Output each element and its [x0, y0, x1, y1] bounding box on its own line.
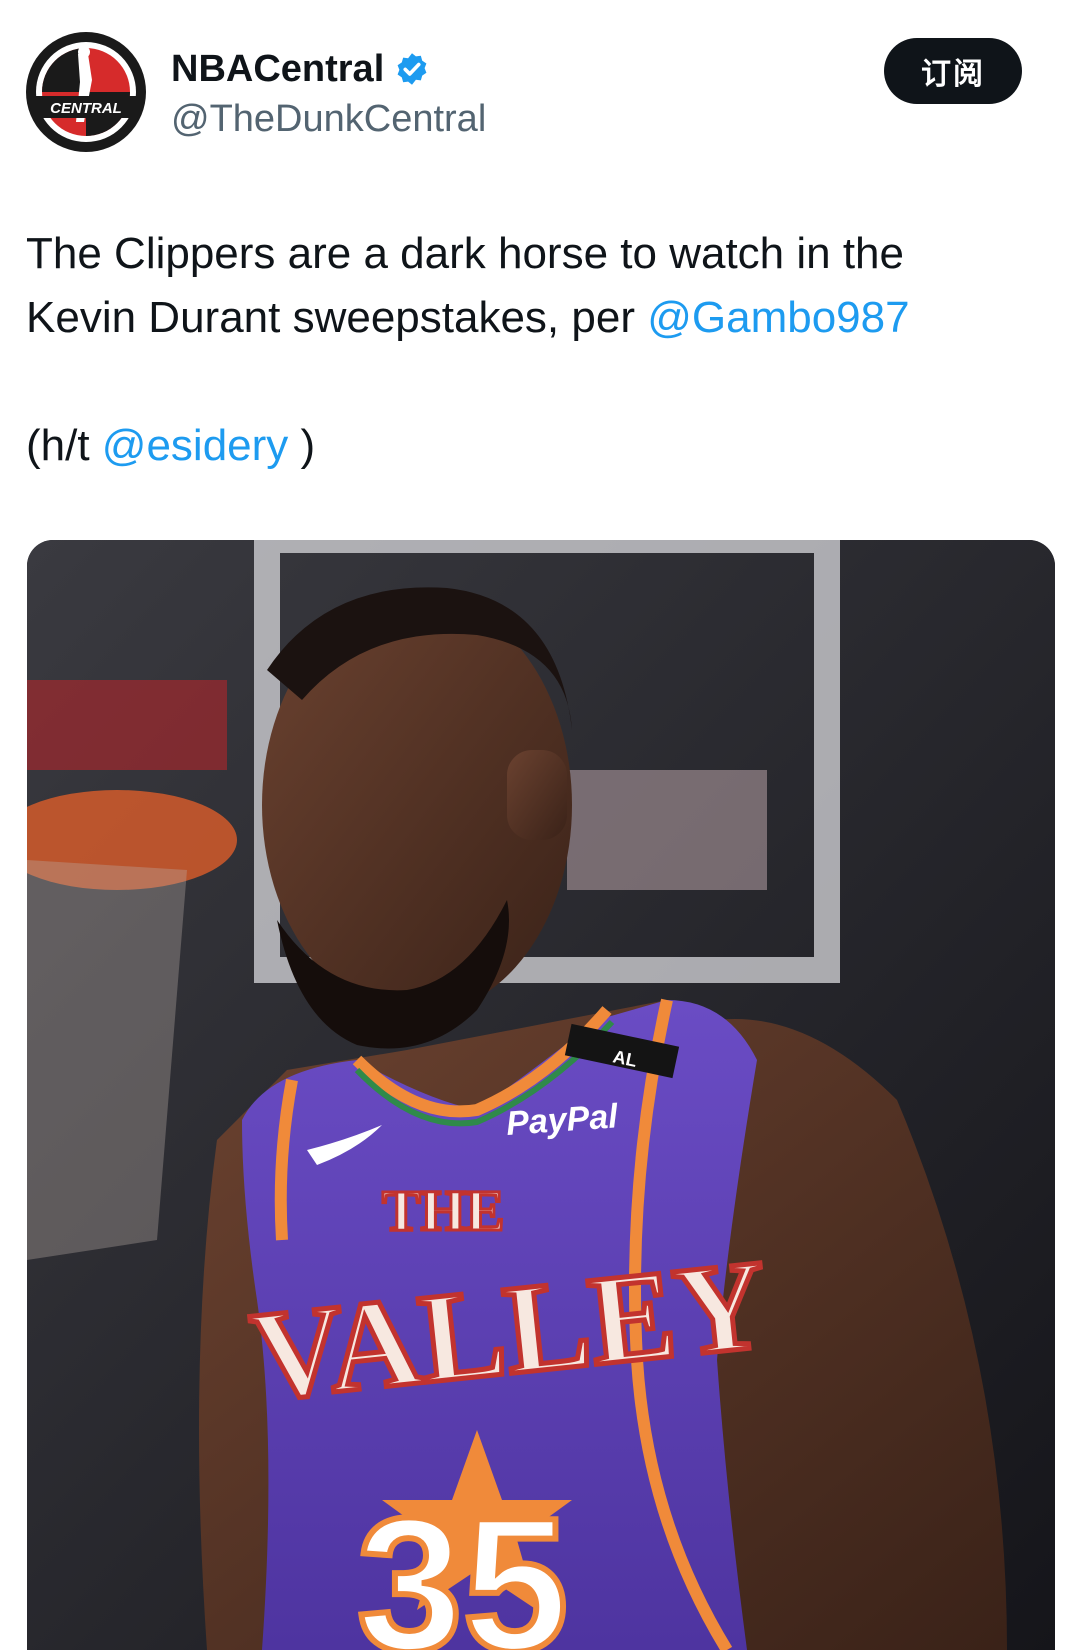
- subscribe-button[interactable]: 订阅: [884, 38, 1022, 104]
- tweet-line-1: The Clippers are a dark horse to watch i…: [26, 229, 905, 278]
- hat-tip-prefix: (h/t: [26, 421, 102, 470]
- jersey-number: 35: [357, 1479, 568, 1650]
- display-name[interactable]: NBACentral: [171, 46, 384, 92]
- tweet-line-2-text: Kevin Durant sweepstakes, per: [26, 293, 648, 342]
- account-names: NBACentral @TheDunkCentral: [171, 46, 486, 142]
- tweet-hat-tip: (h/t @esidery ): [26, 414, 1046, 478]
- verified-badge-icon: [397, 53, 427, 85]
- player-photo-illustration: AL PayPal THE VALLEY 35: [27, 540, 1055, 1650]
- mention-gambo987-link[interactable]: @Gambo987: [647, 293, 909, 342]
- jersey-sponsor: PayPal: [505, 1097, 620, 1143]
- central-logo-icon: CENTRAL: [28, 34, 144, 150]
- jersey-text-top: THE: [382, 1178, 505, 1243]
- account-handle[interactable]: @TheDunkCentral: [171, 96, 486, 142]
- tweet-photo[interactable]: AL PayPal THE VALLEY 35: [27, 540, 1055, 1650]
- logo-text: CENTRAL: [50, 100, 122, 117]
- tweet-header: CENTRAL NBACentral @TheDunkCentral 订阅: [26, 32, 1056, 156]
- mention-esidery-link[interactable]: @esidery: [102, 421, 289, 470]
- hat-tip-suffix: ): [288, 421, 316, 470]
- tweet-text: The Clippers are a dark horse to watch i…: [26, 222, 1046, 478]
- account-avatar[interactable]: CENTRAL: [26, 32, 146, 152]
- tweet-line-2: Kevin Durant sweepstakes, per @Gambo987: [26, 286, 1046, 350]
